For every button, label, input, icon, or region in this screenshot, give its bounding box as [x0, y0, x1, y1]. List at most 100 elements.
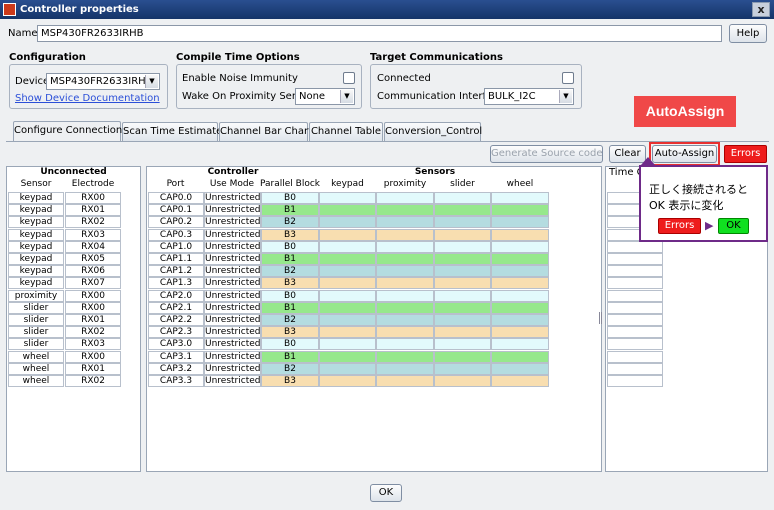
parallel-block-cell[interactable]: B1 [261, 253, 319, 265]
unconnected-electrode-cell[interactable]: RX07 [65, 277, 121, 289]
parallel-block-cell[interactable]: B2 [261, 314, 319, 326]
unconnected-sensor-cell[interactable]: keypad [8, 253, 64, 265]
parallel-block-cell[interactable]: B0 [261, 290, 319, 302]
parallel-block-cell[interactable]: B2 [261, 216, 319, 228]
unconnected-electrode-cell[interactable]: RX05 [65, 253, 121, 265]
unconnected-electrode-cell[interactable]: RX00 [65, 351, 121, 363]
parallel-block-cell[interactable]: B3 [261, 229, 319, 241]
wheel-cell[interactable] [491, 204, 549, 216]
slider-cell[interactable] [434, 253, 491, 265]
proximity-cell[interactable] [376, 277, 434, 289]
port-cell[interactable]: CAP3.0 [148, 338, 204, 350]
name-input[interactable]: MSP430FR2633IRHB [37, 25, 722, 42]
use-mode-cell[interactable]: Unrestricted [204, 253, 261, 265]
help-button[interactable]: Help [729, 24, 767, 43]
unconnected-electrode-cell[interactable]: RX04 [65, 241, 121, 253]
parallel-block-cell[interactable]: B3 [261, 375, 319, 387]
keypad-cell[interactable] [319, 241, 376, 253]
connected-checkbox[interactable] [562, 72, 574, 84]
use-mode-cell[interactable]: Unrestricted [204, 204, 261, 216]
slider-cell[interactable] [434, 338, 491, 350]
device-select[interactable]: MSP430FR2633IRHB ▼ [46, 73, 160, 90]
port-cell[interactable]: CAP0.0 [148, 192, 204, 204]
unconnected-electrode-cell[interactable]: RX01 [65, 363, 121, 375]
port-cell[interactable]: CAP1.0 [148, 241, 204, 253]
proximity-cell[interactable] [376, 253, 434, 265]
use-mode-cell[interactable]: Unrestricted [204, 277, 261, 289]
parallel-block-cell[interactable]: B1 [261, 302, 319, 314]
port-cell[interactable]: CAP0.3 [148, 229, 204, 241]
port-cell[interactable]: CAP2.3 [148, 326, 204, 338]
keypad-cell[interactable] [319, 314, 376, 326]
proximity-cell[interactable] [376, 314, 434, 326]
use-mode-cell[interactable]: Unrestricted [204, 302, 261, 314]
unconnected-electrode-cell[interactable]: RX02 [65, 326, 121, 338]
wheel-cell[interactable] [491, 277, 549, 289]
unconnected-sensor-cell[interactable]: keypad [8, 265, 64, 277]
slider-cell[interactable] [434, 326, 491, 338]
use-mode-cell[interactable]: Unrestricted [204, 216, 261, 228]
errors-button[interactable]: Errors [724, 145, 767, 163]
wake-on-proximity-select[interactable]: None ▼ [295, 88, 355, 105]
proximity-cell[interactable] [376, 204, 434, 216]
slider-cell[interactable] [434, 351, 491, 363]
slider-cell[interactable] [434, 277, 491, 289]
proximity-cell[interactable] [376, 351, 434, 363]
tab-conversion-control[interactable]: Conversion_Control [384, 122, 482, 141]
slider-cell[interactable] [434, 375, 491, 387]
auto-assign-button[interactable]: Auto-Assign [652, 145, 717, 163]
tab-scan-time-estimate[interactable]: Scan Time Estimate [122, 122, 222, 141]
use-mode-cell[interactable]: Unrestricted [204, 314, 261, 326]
parallel-block-cell[interactable]: B2 [261, 265, 319, 277]
unconnected-sensor-cell[interactable]: wheel [8, 351, 64, 363]
use-mode-cell[interactable]: Unrestricted [204, 265, 261, 277]
proximity-cell[interactable] [376, 326, 434, 338]
unconnected-sensor-cell[interactable]: slider [8, 338, 64, 350]
parallel-block-cell[interactable]: B3 [261, 277, 319, 289]
show-device-documentation-link[interactable]: Show Device Documentation [15, 93, 160, 104]
keypad-cell[interactable] [319, 192, 376, 204]
unconnected-electrode-cell[interactable]: RX01 [65, 204, 121, 216]
wheel-cell[interactable] [491, 216, 549, 228]
port-cell[interactable]: CAP0.1 [148, 204, 204, 216]
wheel-cell[interactable] [491, 363, 549, 375]
port-cell[interactable]: CAP3.1 [148, 351, 204, 363]
keypad-cell[interactable] [319, 253, 376, 265]
unconnected-electrode-cell[interactable]: RX00 [65, 192, 121, 204]
parallel-block-cell[interactable]: B2 [261, 363, 319, 375]
port-cell[interactable]: CAP0.2 [148, 216, 204, 228]
unconnected-electrode-cell[interactable]: RX03 [65, 338, 121, 350]
unconnected-sensor-cell[interactable]: keypad [8, 241, 64, 253]
use-mode-cell[interactable]: Unrestricted [204, 363, 261, 375]
port-cell[interactable]: CAP2.0 [148, 290, 204, 302]
port-cell[interactable]: CAP1.3 [148, 277, 204, 289]
port-cell[interactable]: CAP1.1 [148, 253, 204, 265]
wheel-cell[interactable] [491, 241, 549, 253]
slider-cell[interactable] [434, 229, 491, 241]
unconnected-sensor-cell[interactable]: keypad [8, 204, 64, 216]
slider-cell[interactable] [434, 265, 491, 277]
parallel-block-cell[interactable]: B3 [261, 326, 319, 338]
proximity-cell[interactable] [376, 338, 434, 350]
slider-cell[interactable] [434, 314, 491, 326]
use-mode-cell[interactable]: Unrestricted [204, 290, 261, 302]
unconnected-electrode-cell[interactable]: RX01 [65, 314, 121, 326]
proximity-cell[interactable] [376, 241, 434, 253]
unconnected-electrode-cell[interactable]: RX06 [65, 265, 121, 277]
tab-channel-table[interactable]: Channel Table [309, 122, 383, 141]
wheel-cell[interactable] [491, 229, 549, 241]
proximity-cell[interactable] [376, 265, 434, 277]
proximity-cell[interactable] [376, 363, 434, 375]
port-cell[interactable]: CAP2.1 [148, 302, 204, 314]
port-cell[interactable]: CAP1.2 [148, 265, 204, 277]
ok-button[interactable]: OK [370, 484, 402, 502]
unconnected-sensor-cell[interactable]: slider [8, 326, 64, 338]
keypad-cell[interactable] [319, 265, 376, 277]
wheel-cell[interactable] [491, 302, 549, 314]
proximity-cell[interactable] [376, 192, 434, 204]
use-mode-cell[interactable]: Unrestricted [204, 192, 261, 204]
parallel-block-cell[interactable]: B0 [261, 241, 319, 253]
unconnected-sensor-cell[interactable]: slider [8, 314, 64, 326]
use-mode-cell[interactable]: Unrestricted [204, 229, 261, 241]
communication-interface-select[interactable]: BULK_I2C ▼ [484, 88, 574, 105]
